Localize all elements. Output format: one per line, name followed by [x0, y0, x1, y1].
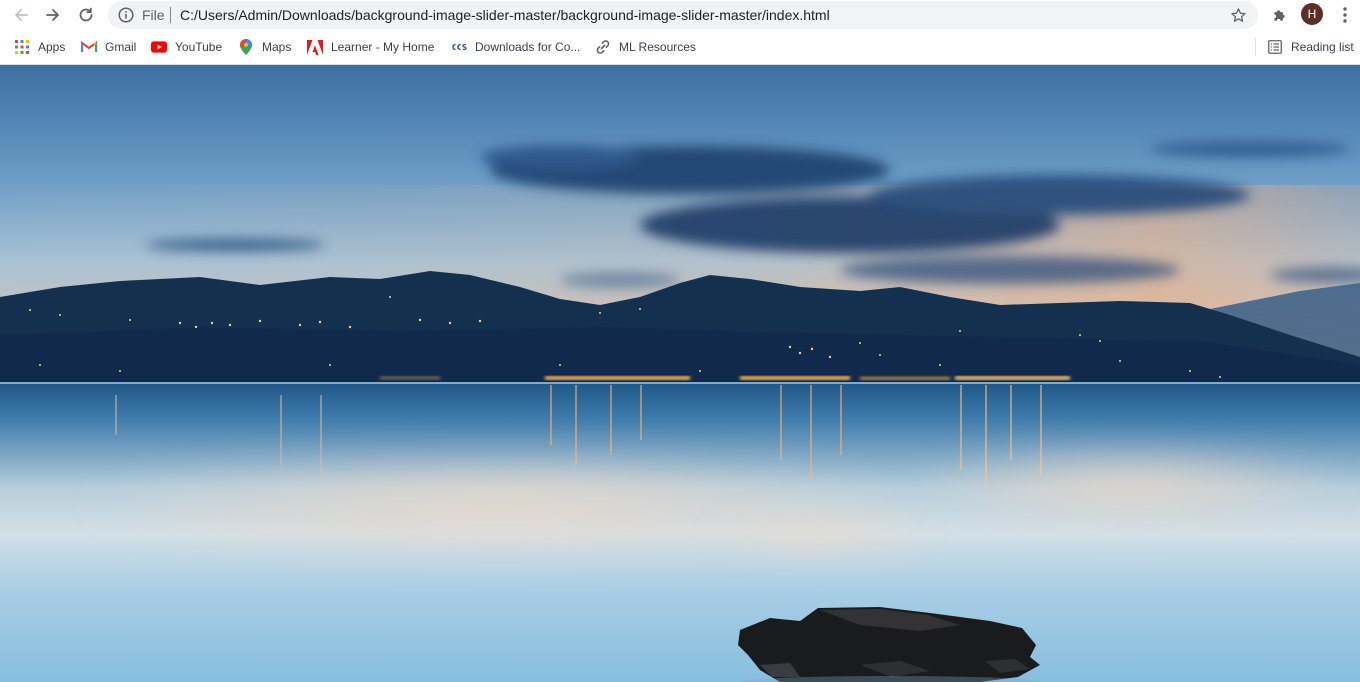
arrow-left-icon — [15, 9, 28, 21]
bookmarks-bar: Apps Gmail YouTube Maps Learner - My Hom… — [0, 30, 1360, 65]
forward-button[interactable] — [41, 3, 65, 27]
url-scheme-label: File — [142, 7, 165, 23]
bookmark-ml-resources[interactable]: ML Resources — [595, 37, 696, 57]
bookmark-label: Apps — [38, 40, 66, 54]
profile-avatar[interactable]: H — [1301, 3, 1323, 25]
maps-pin-icon — [238, 39, 254, 55]
bookmarks-divider — [1255, 38, 1256, 56]
address-bar[interactable]: File C:/Users/Admin/Downloads/background… — [108, 1, 1258, 29]
bookmark-downloads[interactable]: Downloads for Co... — [451, 37, 580, 57]
reading-list-icon — [1267, 39, 1283, 55]
gmail-icon — [81, 39, 97, 55]
youtube-icon — [151, 39, 167, 55]
back-button[interactable] — [9, 3, 33, 27]
reading-list-button[interactable]: Reading list — [1267, 37, 1354, 57]
downloads-site-icon — [451, 39, 467, 55]
info-icon[interactable] — [117, 6, 135, 24]
bookmark-label: Maps — [262, 40, 292, 54]
bookmark-learner[interactable]: Learner - My Home — [307, 37, 434, 57]
adobe-icon — [307, 39, 323, 55]
bookmark-label: ML Resources — [619, 40, 696, 54]
reload-icon — [79, 7, 93, 22]
browser-menu-button[interactable] — [1335, 4, 1355, 26]
bookmark-label: Learner - My Home — [331, 40, 435, 54]
extensions-button[interactable] — [1268, 4, 1290, 26]
apps-grid-icon — [14, 39, 30, 55]
browser-toolbar: File C:/Users/Admin/Downloads/background… — [0, 0, 1360, 30]
reload-button[interactable] — [74, 3, 98, 27]
bookmark-star-button[interactable] — [1228, 5, 1248, 25]
puzzle-icon — [1273, 9, 1285, 21]
bookmark-gmail[interactable]: Gmail — [81, 37, 136, 57]
bookmark-label: YouTube — [175, 40, 223, 54]
bookmark-label: Downloads for Co... — [475, 40, 581, 54]
url-divider — [170, 7, 171, 23]
browser-window: File C:/Users/Admin/Downloads/background… — [0, 0, 1360, 682]
bookmark-apps[interactable]: Apps — [14, 37, 65, 57]
bookmark-maps[interactable]: Maps — [238, 37, 291, 57]
url-text[interactable]: C:/Users/Admin/Downloads/background-imag… — [180, 7, 830, 23]
arrow-right-icon — [46, 9, 59, 21]
lake-landscape-image — [0, 65, 1360, 682]
more-vertical-icon — [1343, 7, 1347, 23]
bookmark-label: Gmail — [105, 40, 137, 54]
star-icon — [1230, 7, 1246, 22]
bookmark-youtube[interactable]: YouTube — [151, 37, 222, 57]
link-icon — [595, 39, 611, 55]
reading-list-label: Reading list — [1291, 40, 1354, 54]
slider-background-image — [0, 65, 1360, 682]
